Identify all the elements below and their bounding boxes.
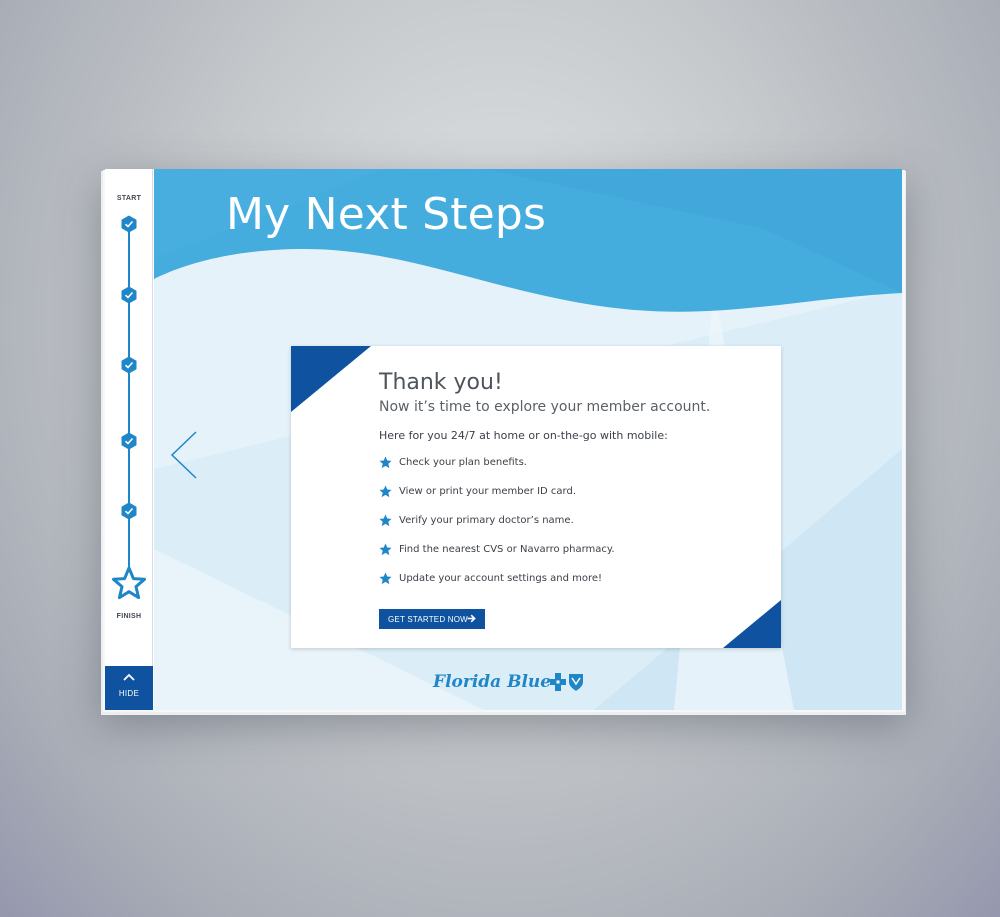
start-label: START xyxy=(116,195,142,202)
corner-accent-bottom-right xyxy=(723,600,781,648)
card-heading: Thank you! xyxy=(379,370,503,395)
check-hexagon-icon xyxy=(121,432,137,450)
cross-shield-logo-icon xyxy=(550,673,583,691)
list-item-text: Update your account settings and more! xyxy=(399,573,603,584)
page-title: My Next Steps xyxy=(226,189,547,240)
thank-you-card: Thank you! Now it’s time to explore your… xyxy=(291,346,781,648)
hide-button[interactable]: HIDE xyxy=(105,666,153,710)
star-icon xyxy=(379,514,392,527)
star-icon xyxy=(379,543,392,556)
list-item-text: View or print your member ID card. xyxy=(399,486,576,497)
star-icon xyxy=(379,485,392,498)
list-item-text: Verify your primary doctor’s name. xyxy=(399,515,574,526)
main-panel: My Next Steps Thank you! Now it’s time t… xyxy=(154,169,902,710)
check-hexagon-icon xyxy=(121,356,137,374)
get-started-button[interactable]: GET STARTED NOW xyxy=(379,609,485,629)
hide-label: HIDE xyxy=(118,689,140,698)
card-intro: Here for you 24/7 at home or on-the-go w… xyxy=(379,429,668,442)
star-icon xyxy=(379,572,392,585)
list-item-text: Check your plan benefits. xyxy=(399,457,527,468)
arrow-right-icon xyxy=(467,614,476,623)
star-outline-icon xyxy=(112,566,146,600)
list-item-text: Find the nearest CVS or Navarro pharmacy… xyxy=(399,544,615,555)
get-started-label: GET STARTED NOW xyxy=(388,614,468,624)
card-subheading: Now it’s time to explore your member acc… xyxy=(379,399,711,415)
check-hexagon-icon xyxy=(121,502,137,520)
check-hexagon-icon xyxy=(121,215,137,233)
corner-accent-top-left xyxy=(291,346,371,412)
check-hexagon-icon xyxy=(121,286,137,304)
star-icon xyxy=(379,456,392,469)
finish-label: FINISH xyxy=(116,613,142,620)
progress-sidebar: START FINISH HIDE xyxy=(105,169,153,710)
brand-name: Florida Blue xyxy=(433,672,552,692)
chevron-left-icon[interactable] xyxy=(170,431,200,479)
chevron-up-icon xyxy=(123,673,135,681)
app-frame: START FINISH HIDE My Next Steps Thank yo… xyxy=(105,169,902,710)
